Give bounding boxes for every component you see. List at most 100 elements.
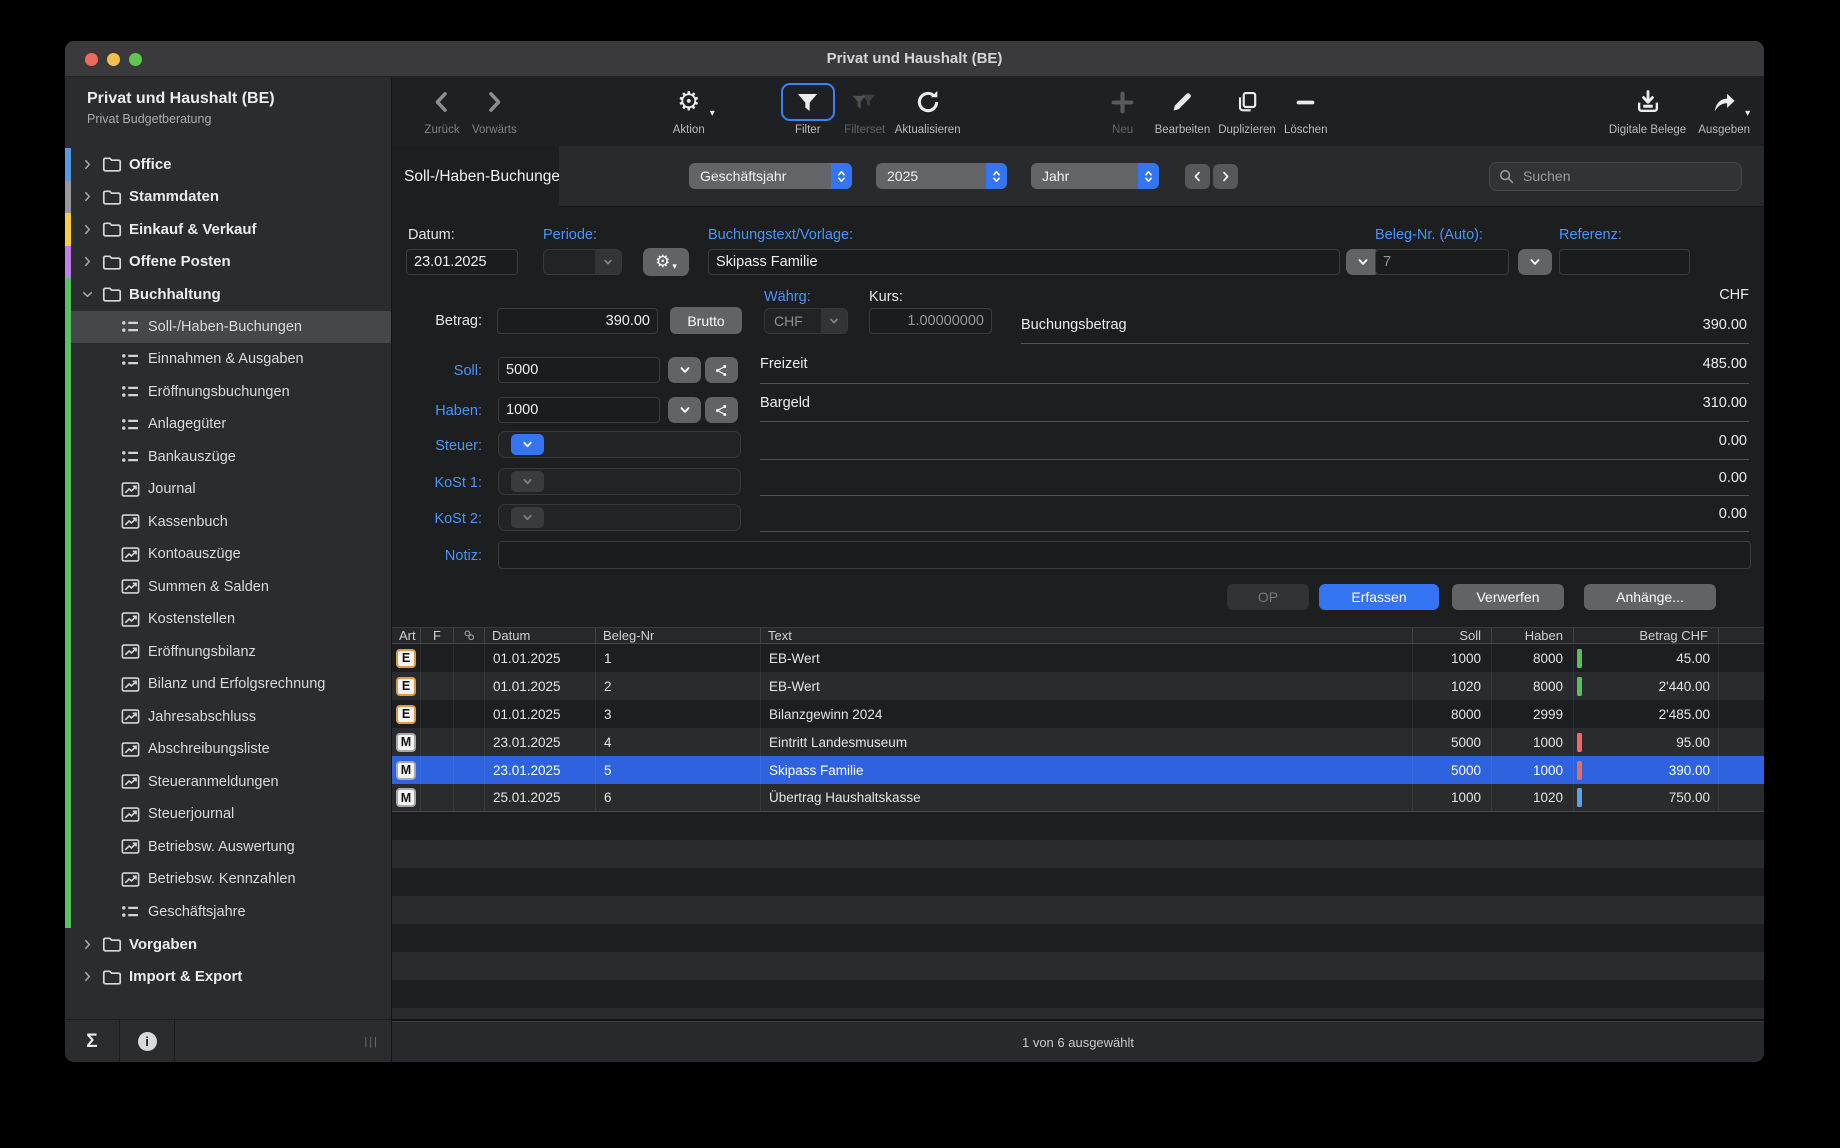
periode-select[interactable]: [543, 249, 622, 275]
toolbar-ausgeben[interactable]: ▾Ausgeben: [1698, 83, 1750, 136]
table-row[interactable]: E01.01.20251EB-Wert1000800045.00: [392, 644, 1764, 672]
column-header-haben[interactable]: Haben: [1492, 628, 1574, 643]
toolbar-aktualisieren[interactable]: Aktualisieren: [895, 83, 961, 136]
info-button[interactable]: i: [120, 1020, 175, 1063]
sidebar-item-eröffnungsbilanz[interactable]: Eröffnungsbilanz: [65, 636, 391, 669]
buchungstext-input[interactable]: [708, 249, 1340, 275]
column-header-betrag-chf[interactable]: Betrag CHF: [1574, 628, 1719, 643]
column-header-beleg-nr[interactable]: Beleg-Nr: [596, 628, 761, 643]
haben-dropdown-button[interactable]: [668, 397, 701, 423]
sum-button[interactable]: Σ: [65, 1020, 120, 1063]
folder-icon: [101, 153, 123, 175]
sidebar-item-soll-haben-buchungen[interactable]: Soll-/Haben-Buchungen: [65, 311, 391, 344]
sidebar-item-geschäftsjahre[interactable]: Geschäftsjahre: [65, 896, 391, 929]
sidebar-item-stammdaten[interactable]: Stammdaten: [65, 181, 391, 214]
kost2-select[interactable]: [498, 504, 741, 531]
column-header-link[interactable]: [1719, 628, 1764, 643]
sidebar-item-eröffnungsbuchungen[interactable]: Eröffnungsbuchungen: [65, 376, 391, 409]
table-row[interactable]: M23.01.20254Eintritt Landesmuseum5000100…: [392, 728, 1764, 756]
anhaenge-button[interactable]: Anhänge...: [1584, 584, 1716, 610]
tree-chevron-right-icon[interactable]: [81, 968, 99, 986]
column-header-art[interactable]: Art: [392, 628, 421, 643]
sidebar-item-einnahmen-ausgaben[interactable]: Einnahmen & Ausgaben: [65, 343, 391, 376]
sidebar-item-offene-posten[interactable]: Offene Posten: [65, 246, 391, 279]
haben-split-button[interactable]: [705, 397, 738, 423]
sidebar-item-office[interactable]: Office: [65, 148, 391, 181]
toolbar-label: Aktualisieren: [895, 124, 961, 136]
column-header-text[interactable]: Text: [761, 628, 1413, 643]
pane-resize-grip[interactable]: |||: [364, 1020, 379, 1063]
sidebar-item-bankauszüge[interactable]: Bankauszüge: [65, 441, 391, 474]
toolbar-bearbeiten[interactable]: Bearbeiten: [1155, 83, 1211, 136]
toolbar-digitale-belege[interactable]: Digitale Belege: [1609, 83, 1686, 136]
tree-chevron-right-icon[interactable]: [81, 188, 99, 206]
soll-split-button[interactable]: [705, 357, 738, 383]
sidebar-item-vorgaben[interactable]: Vorgaben: [65, 928, 391, 961]
sidebar-item-steuerjournal[interactable]: Steuerjournal: [65, 798, 391, 831]
search-input[interactable]: [1521, 167, 1721, 185]
steuer-select[interactable]: [498, 431, 741, 458]
column-header-link[interactable]: [454, 628, 485, 643]
tree-chevron-down-icon[interactable]: [81, 285, 99, 303]
soll-input[interactable]: [498, 357, 660, 383]
table-row[interactable]: M25.01.20256Übertrag Haushaltskasse10001…: [392, 784, 1764, 812]
next-period-button[interactable]: [1213, 164, 1238, 189]
brutto-button[interactable]: Brutto: [670, 307, 742, 334]
sidebar-item-kontoauszüge[interactable]: Kontoauszüge: [65, 538, 391, 571]
tree-chevron-right-icon[interactable]: [81, 220, 99, 238]
sidebar-item-kostenstellen[interactable]: Kostenstellen: [65, 603, 391, 636]
notiz-input[interactable]: [498, 541, 1751, 569]
kost1-select[interactable]: [498, 468, 741, 495]
sidebar-item-betriebsw-auswertung[interactable]: Betriebsw. Auswertung: [65, 831, 391, 864]
sidebar-item-summen-salden[interactable]: Summen & Salden: [65, 571, 391, 604]
plus-icon: [1101, 83, 1145, 121]
belegnr-dropdown-button[interactable]: [1518, 249, 1552, 275]
toolbar-loeschen[interactable]: Löschen: [1284, 83, 1328, 136]
sidebar-item-steueranmeldungen[interactable]: Steueranmeldungen: [65, 766, 391, 799]
minimize-window-button[interactable]: [107, 53, 120, 66]
sidebar-item-journal[interactable]: Journal: [65, 473, 391, 506]
zoom-window-button[interactable]: [129, 53, 142, 66]
referenz-input[interactable]: [1559, 249, 1690, 275]
sidebar-item-kassenbuch[interactable]: Kassenbuch: [65, 506, 391, 539]
column-header-datum[interactable]: Datum: [485, 628, 596, 643]
datum-input[interactable]: [406, 249, 518, 275]
toolbar-aktion[interactable]: ⚙▾Aktion: [667, 83, 711, 136]
table-row[interactable]: E01.01.20252EB-Wert102080002'440.00: [392, 672, 1764, 700]
erfassen-button[interactable]: Erfassen: [1319, 584, 1439, 610]
tree-chevron-right-icon[interactable]: [81, 253, 99, 271]
sidebar-item-bilanz-und-erfolgsrechnung[interactable]: Bilanz und Erfolgsrechnung: [65, 668, 391, 701]
sidebar-item-buchhaltung[interactable]: Buchhaltung: [65, 278, 391, 311]
column-header-f[interactable]: F: [421, 628, 454, 643]
search-field[interactable]: [1489, 162, 1742, 191]
haben-input[interactable]: [498, 397, 660, 423]
filter-select-jahr[interactable]: Jahr: [1031, 163, 1159, 189]
toolbar-filter[interactable]: Filter: [781, 83, 835, 136]
table-row[interactable]: M23.01.20255Skipass Familie50001000390.0…: [392, 756, 1764, 784]
sidebar-item-abschreibungsliste[interactable]: Abschreibungsliste: [65, 733, 391, 766]
refresh-icon: [906, 83, 950, 121]
cell-filler: [1719, 728, 1764, 756]
betrag-input[interactable]: [497, 308, 658, 334]
close-window-button[interactable]: [85, 53, 98, 66]
tree-chevron-right-icon[interactable]: [81, 935, 99, 953]
column-header-soll[interactable]: Soll: [1413, 628, 1492, 643]
sidebar-item-einkauf-verkauf[interactable]: Einkauf & Verkauf: [65, 213, 391, 246]
soll-dropdown-button[interactable]: [668, 357, 701, 383]
toolbar-duplizieren[interactable]: Duplizieren: [1218, 83, 1276, 136]
form-action-gear-button[interactable]: ⚙ ▾: [643, 248, 689, 276]
filter-select-2025[interactable]: 2025: [876, 163, 1007, 189]
kurs-input[interactable]: [869, 308, 992, 334]
table-row[interactable]: E01.01.20253Bilanzgewinn 2024800029992'4…: [392, 700, 1764, 728]
sidebar-item-jahresabschluss[interactable]: Jahresabschluss: [65, 701, 391, 734]
prev-period-button[interactable]: [1185, 164, 1210, 189]
cell-haben: 8000: [1492, 644, 1574, 672]
verwerfen-button[interactable]: Verwerfen: [1452, 584, 1564, 610]
belegnr-input[interactable]: [1375, 249, 1509, 275]
tree-chevron-right-icon[interactable]: [81, 155, 99, 173]
waehrung-select[interactable]: CHF: [764, 308, 848, 334]
filter-select-geschäftsjahr[interactable]: Geschäftsjahr: [689, 163, 852, 189]
sidebar-item-betriebsw-kennzahlen[interactable]: Betriebsw. Kennzahlen: [65, 863, 391, 896]
sidebar-item-import-export[interactable]: Import & Export: [65, 961, 391, 994]
sidebar-item-anlagegüter[interactable]: Anlagegüter: [65, 408, 391, 441]
